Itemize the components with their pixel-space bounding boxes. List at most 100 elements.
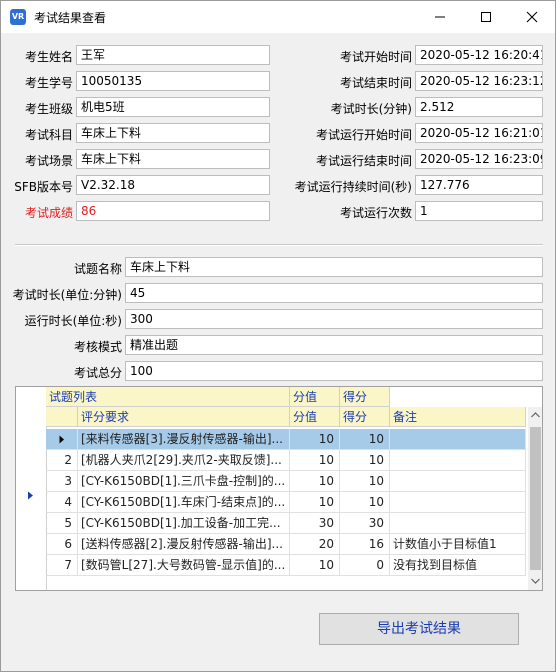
row-number: 7 <box>46 555 78 576</box>
table-row[interactable]: 6 [送料传感器[2].漫反射传感器-输出]... 20 16 计数值小于目标值… <box>46 534 526 555</box>
header-requirement[interactable]: 评分要求 <box>78 407 290 427</box>
cell-requirement: [CY-K6150BD[1].三爪卡盘-控制]的... <box>78 471 290 492</box>
table-row[interactable]: 4 [CY-K6150BD[1].车床门-结束点]的... 10 10 <box>46 492 526 513</box>
row-number: 6 <box>46 534 78 555</box>
title-bar: VR 考试结果查看 <box>1 1 555 33</box>
row-number: 4 <box>46 492 78 513</box>
run-count-field[interactable]: 1 <box>415 201 543 221</box>
cell-got: 16 <box>340 534 390 555</box>
table-row[interactable]: [来料传感器[3].漫反射传感器-输出]... 10 10 <box>46 429 526 450</box>
cell-score: 10 <box>290 450 340 471</box>
header-note[interactable]: 备注 <box>390 407 526 427</box>
row-number: 5 <box>46 513 78 534</box>
question-duration-label: 考试时长(单位:分钟) <box>12 288 122 302</box>
maximize-button[interactable] <box>463 1 509 33</box>
sfb-version-field[interactable]: V2.32.18 <box>76 175 270 195</box>
header-got[interactable]: 得分 <box>340 407 390 427</box>
cell-requirement: [数码管L[27].大号数码管-显示值]的... <box>78 555 290 576</box>
table-row[interactable]: 5 [CY-K6150BD[1].加工设备-加工完... 30 30 <box>46 513 526 534</box>
exam-end-time-label: 考试结束时间 <box>339 76 412 90</box>
student-id-field[interactable]: 10050135 <box>76 71 270 91</box>
total-score-label: 考试总分 <box>73 366 122 380</box>
run-start-time-field[interactable]: 2020-05-12 16:21:01 <box>415 123 543 143</box>
question-name-label: 试题名称 <box>73 262 122 276</box>
grid-band-header: 试题列表 分值 得分 <box>46 387 526 407</box>
run-end-time-field[interactable]: 2020-05-12 16:23:09 <box>415 149 543 169</box>
exam-scene-field[interactable]: 车床上下料 <box>76 149 270 169</box>
student-name-field[interactable]: 王军 <box>76 45 270 65</box>
header-corner <box>46 407 78 427</box>
run-start-time-label: 考试运行开始时间 <box>315 128 412 142</box>
exam-start-time-field[interactable]: 2020-05-12 16:20:41 <box>415 45 543 65</box>
cell-got: 10 <box>340 450 390 471</box>
cell-score: 20 <box>290 534 340 555</box>
question-name-field[interactable]: 车床上下料 <box>125 257 543 277</box>
cell-note <box>390 450 526 471</box>
exam-score-field[interactable]: 86 <box>76 201 270 221</box>
section-divider <box>15 244 543 246</box>
grid-vertical-scrollbar[interactable] <box>528 407 542 590</box>
table-row[interactable]: 2 [机器人夹爪2[29].夹爪2-夹取反馈]... 10 10 <box>46 450 526 471</box>
run-duration-field[interactable]: 127.776 <box>415 175 543 195</box>
table-row[interactable]: 3 [CY-K6150BD[1].三爪卡盘-控制]的... 10 10 <box>46 471 526 492</box>
cell-note: 没有找到目标值 <box>390 555 526 576</box>
cell-score: 10 <box>290 429 340 450</box>
cell-requirement: [CY-K6150BD[1].车床门-结束点]的... <box>78 492 290 513</box>
exam-duration-field[interactable]: 2.512 <box>415 97 543 117</box>
close-button[interactable] <box>509 1 555 33</box>
cell-got: 30 <box>340 513 390 534</box>
run-end-time-label: 考试运行结束时间 <box>315 154 412 168</box>
exam-subject-field[interactable]: 车床上下料 <box>76 123 270 143</box>
exam-result-window: VR 考试结果查看 考生姓名 王军 考生学号 10050135 考生班级 机电5… <box>0 0 556 672</box>
cell-note <box>390 429 526 450</box>
cell-got: 10 <box>340 492 390 513</box>
cell-note <box>390 471 526 492</box>
exam-duration-label: 考试时长(分钟) <box>330 102 412 116</box>
minimize-icon <box>435 16 445 18</box>
question-duration-field[interactable]: 45 <box>125 283 543 303</box>
scroll-up-icon[interactable] <box>531 412 540 418</box>
run-duration-label: 考试运行持续时间(秒) <box>294 180 412 194</box>
student-id-label: 考生学号 <box>24 76 73 90</box>
row-number: 3 <box>46 471 78 492</box>
cell-got: 10 <box>340 429 390 450</box>
exam-score-label: 考试成绩 <box>24 206 73 220</box>
cell-note <box>390 513 526 534</box>
exam-scene-label: 考试场景 <box>24 154 73 168</box>
cell-requirement: [CY-K6150BD[1].加工设备-加工完... <box>78 513 290 534</box>
band-title: 试题列表 <box>46 387 290 407</box>
run-count-label: 考试运行次数 <box>339 206 412 220</box>
row-number: 2 <box>46 450 78 471</box>
scrollbar-thumb[interactable] <box>530 427 541 570</box>
run-limit-label: 运行时长(单位:秒) <box>24 314 122 328</box>
sfb-version-label: SFB版本号 <box>14 180 73 194</box>
current-row-icon <box>59 435 64 444</box>
window-title: 考试结果查看 <box>34 11 107 25</box>
cell-got: 10 <box>340 471 390 492</box>
run-limit-field[interactable]: 300 <box>125 309 543 329</box>
total-score-field[interactable]: 100 <box>125 361 543 381</box>
maximize-icon <box>481 12 491 22</box>
band-got: 得分 <box>340 387 390 407</box>
student-name-label: 考生姓名 <box>24 50 73 64</box>
exam-subject-label: 考试科目 <box>24 128 73 142</box>
scroll-down-icon[interactable] <box>531 578 540 584</box>
assessment-mode-label: 考核模式 <box>73 340 122 354</box>
cell-requirement: [机器人夹爪2[29].夹爪2-夹取反馈]... <box>78 450 290 471</box>
master-row-header <box>16 387 47 590</box>
question-list-grid[interactable]: 试题列表 分值 得分 评分要求 分值 得分 备注 [来料传感器[3].漫反射传感… <box>15 386 543 591</box>
header-score[interactable]: 分值 <box>290 407 340 427</box>
exam-end-time-field[interactable]: 2020-05-12 16:23:12 <box>415 71 543 91</box>
cell-score: 10 <box>290 555 340 576</box>
cell-got: 0 <box>340 555 390 576</box>
app-logo-icon: VR <box>10 9 26 25</box>
minimize-button[interactable] <box>417 1 463 33</box>
cell-note <box>390 492 526 513</box>
student-class-field[interactable]: 机电5班 <box>76 97 270 117</box>
export-results-button[interactable]: 导出考试结果 <box>319 613 519 645</box>
close-icon <box>526 11 538 23</box>
row-indicator <box>46 429 78 450</box>
exam-start-time-label: 考试开始时间 <box>339 50 412 64</box>
assessment-mode-field[interactable]: 精准出题 <box>125 335 543 355</box>
table-row[interactable]: 7 [数码管L[27].大号数码管-显示值]的... 10 0 没有找到目标值 <box>46 555 526 576</box>
